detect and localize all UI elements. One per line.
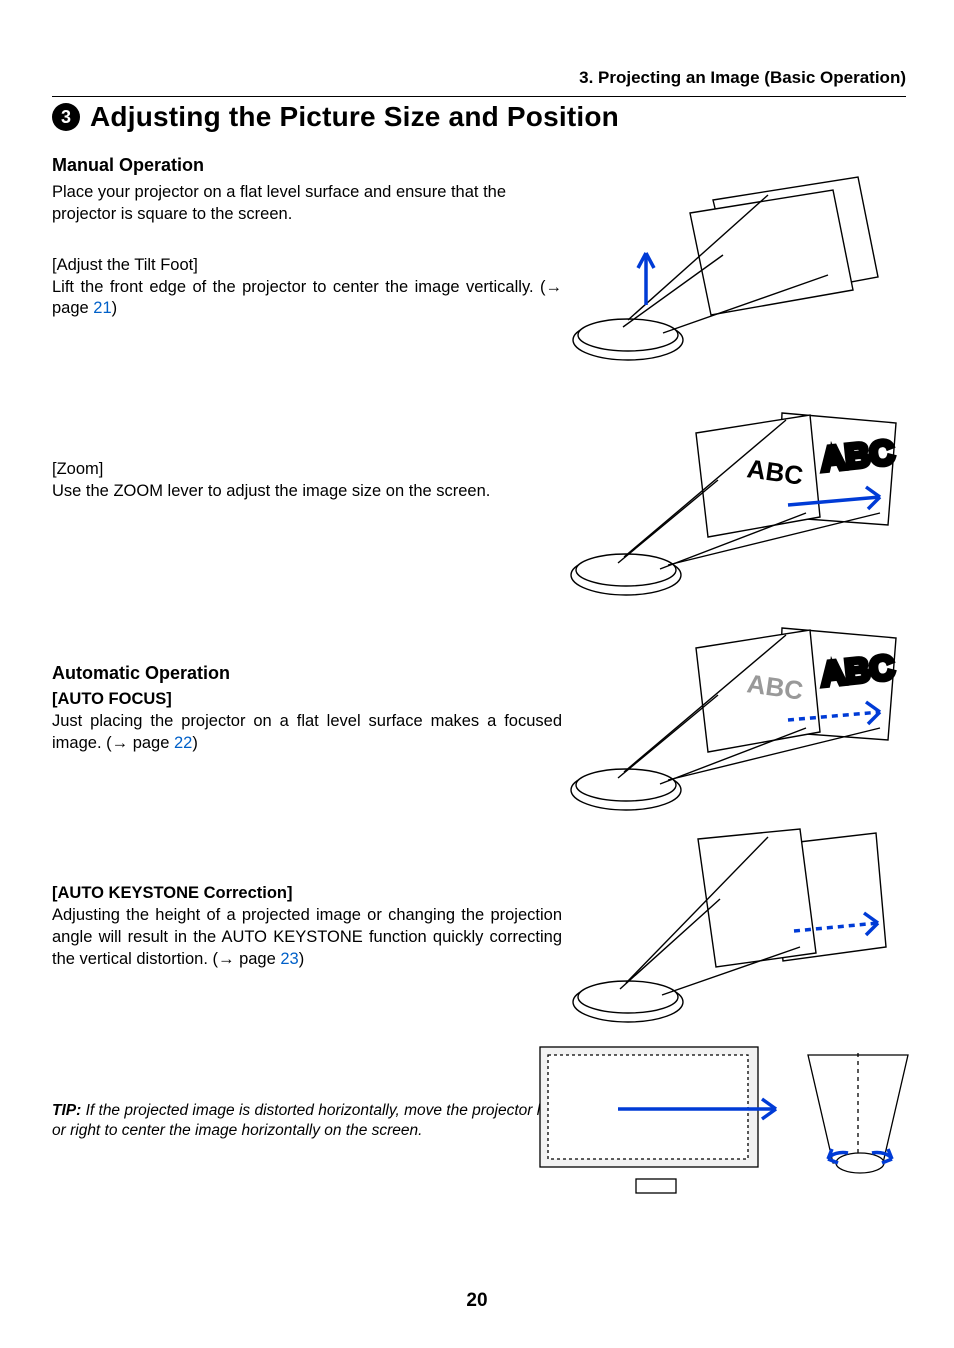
tip-body: If the projected image is distorted hori… xyxy=(52,1102,557,1139)
auto-focus-label: [AUTO FOCUS] xyxy=(52,690,562,709)
tilt-text-b: ) xyxy=(112,299,118,317)
auto-operation-heading: Automatic Operation xyxy=(52,663,562,684)
keystone-text-b: ) xyxy=(299,950,305,968)
zoom-label: [Zoom] xyxy=(52,460,562,479)
tip-lead: TIP: xyxy=(52,1102,81,1119)
tilt-foot-label: [Adjust the Tilt Foot] xyxy=(52,256,562,275)
page-ref-22[interactable]: 22 xyxy=(174,734,192,752)
tilt-page-word: page xyxy=(52,299,93,317)
manual-operation-heading: Manual Operation xyxy=(52,155,562,176)
figure-tilt-foot xyxy=(568,165,888,375)
manual-intro: Place your projector on a flat level sur… xyxy=(52,182,562,226)
figure-auto-keystone xyxy=(568,827,898,1027)
auto-keystone-label: [AUTO KEYSTONE Correction] xyxy=(52,884,562,903)
keystone-page-word: page xyxy=(234,950,280,968)
chapter-header: 3. Projecting an Image (Basic Operation) xyxy=(52,68,906,97)
arrow-glyph: → xyxy=(112,734,129,752)
keystone-text-a: Adjusting the height of a projected imag… xyxy=(52,906,562,968)
figure-auto-focus: ABC ABC ABC xyxy=(568,620,908,820)
page-ref-23[interactable]: 23 xyxy=(280,950,298,968)
svg-text:ABC: ABC xyxy=(819,433,896,478)
zoom-body: Use the ZOOM lever to adjust the image s… xyxy=(52,481,562,503)
figure-zoom: ABC ABC ABC xyxy=(568,405,908,605)
focus-page-word: page xyxy=(128,734,174,752)
arrow-glyph: → xyxy=(546,278,563,296)
section-title: 3 Adjusting the Picture Size and Positio… xyxy=(52,101,906,133)
tilt-text-a: Lift the front edge of the projector to … xyxy=(52,278,546,296)
auto-keystone-body: Adjusting the height of a projected imag… xyxy=(52,905,562,970)
section-title-text: Adjusting the Picture Size and Position xyxy=(90,101,619,133)
figure-horizontal-center xyxy=(528,1035,928,1205)
chapter-title: 3. Projecting an Image (Basic Operation) xyxy=(52,68,906,88)
tilt-foot-body: Lift the front edge of the projector to … xyxy=(52,277,562,321)
tip-paragraph: TIP: If the projected image is distorted… xyxy=(52,1101,562,1141)
arrow-glyph: → xyxy=(218,950,235,968)
section-number-bullet: 3 xyxy=(52,103,80,131)
svg-text:ABC: ABC xyxy=(819,648,896,693)
auto-focus-body: Just placing the projector on a flat lev… xyxy=(52,711,562,755)
page-number: 20 xyxy=(0,1290,954,1312)
page-ref-21[interactable]: 21 xyxy=(93,299,111,317)
focus-text-b: ) xyxy=(192,734,198,752)
